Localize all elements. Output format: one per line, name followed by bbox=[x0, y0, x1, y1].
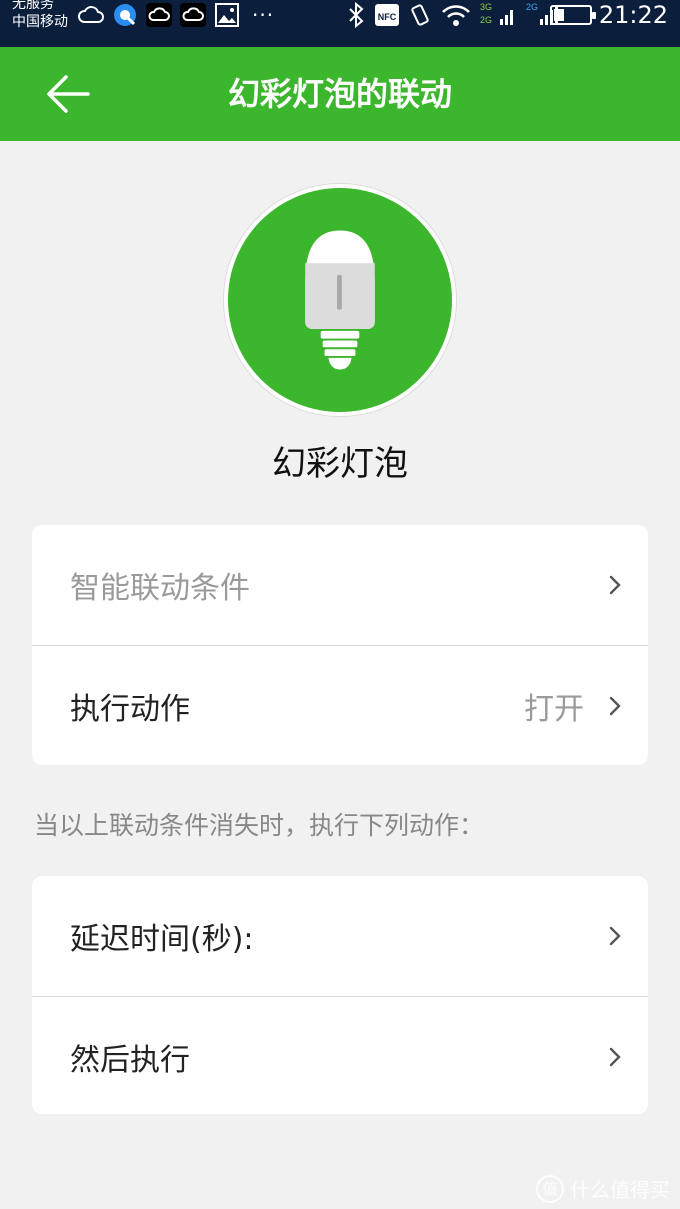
watermark-logo: 值 bbox=[536, 1174, 564, 1203]
bluetooth-icon bbox=[346, 1, 366, 29]
section-hint: 当以上联动条件消失时，执行下列动作： bbox=[34, 811, 485, 840]
cloud-icon bbox=[76, 1, 106, 29]
more-notifications: ··· bbox=[252, 3, 275, 27]
wifi-icon bbox=[440, 1, 472, 29]
notification-icons: ··· bbox=[76, 0, 274, 30]
carrier-line-1: 无服务 bbox=[12, 0, 54, 12]
execute-action-value: 打开 bbox=[524, 691, 584, 727]
then-execute-label: 然后执行 bbox=[70, 1042, 190, 1078]
linkage-condition-row[interactable]: 智能联动条件 bbox=[32, 525, 648, 645]
light-bulb-icon bbox=[305, 230, 375, 370]
battery-icon bbox=[550, 5, 596, 25]
execute-action-row[interactable]: 执行动作 打开 bbox=[32, 645, 648, 765]
delay-time-label: 延迟时间(秒): bbox=[70, 922, 254, 957]
chevron-right-icon bbox=[608, 1046, 622, 1068]
chevron-right-icon bbox=[608, 574, 622, 596]
nfc-label: NFC bbox=[378, 12, 397, 22]
network-type-2: 2G bbox=[480, 15, 492, 25]
app-bar: 幻彩灯泡的联动 bbox=[0, 47, 680, 141]
image-icon bbox=[212, 1, 242, 29]
carrier-line-2: 中国移动 bbox=[12, 14, 68, 30]
device-avatar bbox=[224, 184, 456, 416]
network-type-1: 3G bbox=[480, 2, 492, 12]
weather-icon-2 bbox=[178, 1, 208, 29]
status-bar: 无服务 中国移动 ··· NFC 3G 2G 2G 21:22 bbox=[0, 0, 680, 47]
weather-icon bbox=[144, 1, 174, 29]
linkage-card: 智能联动条件 执行动作 打开 bbox=[32, 525, 648, 765]
linkage-condition-label: 智能联动条件 bbox=[70, 571, 250, 606]
battery-fill bbox=[554, 9, 564, 21]
delay-time-row[interactable]: 延迟时间(秒): bbox=[32, 876, 648, 996]
system-icons: NFC 3G 2G 2G bbox=[346, 0, 570, 30]
qq-browser-icon bbox=[110, 1, 140, 29]
vibrate-icon bbox=[408, 1, 432, 29]
execute-action-label: 执行动作 bbox=[70, 691, 190, 727]
chevron-right-icon bbox=[608, 695, 622, 717]
carrier-info: 无服务 中国移动 bbox=[12, 0, 68, 31]
watermark-text: 什么值得买 bbox=[570, 1178, 670, 1202]
page-title: 幻彩灯泡的联动 bbox=[227, 75, 452, 113]
device-name: 幻彩灯泡 bbox=[272, 444, 408, 484]
nfc-icon: NFC bbox=[374, 1, 400, 29]
chevron-right-icon bbox=[608, 925, 622, 947]
network-type-3: 2G bbox=[526, 2, 538, 12]
clock: 21:22 bbox=[598, 1, 668, 29]
fallback-card: 延迟时间(秒): 然后执行 bbox=[32, 876, 648, 1114]
signal-sim1-icon: 3G 2G bbox=[480, 1, 518, 29]
then-execute-row[interactable]: 然后执行 bbox=[32, 996, 648, 1114]
watermark: 值 什么值得买 bbox=[536, 1174, 670, 1203]
